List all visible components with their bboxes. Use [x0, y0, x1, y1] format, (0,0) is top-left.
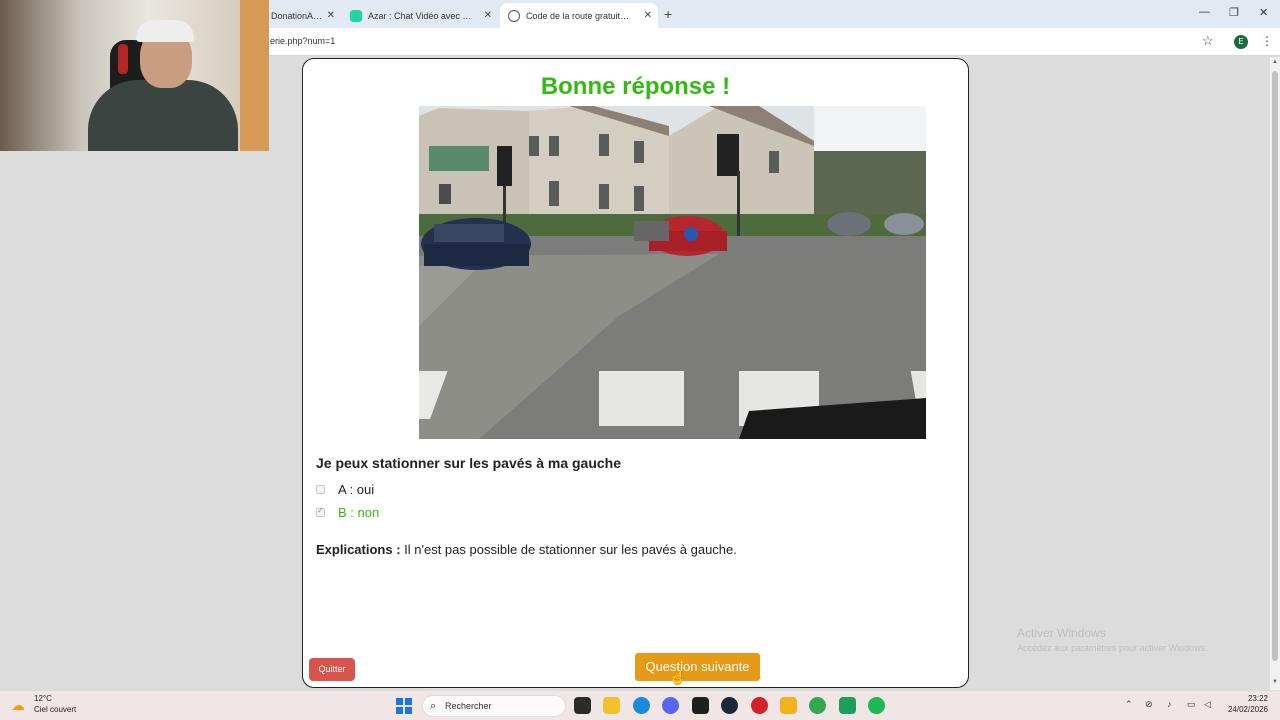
close-window-button[interactable]: ✕ — [1259, 6, 1268, 19]
new-tab-button[interactable]: + — [664, 6, 672, 22]
steam-app-icon[interactable] — [721, 697, 738, 714]
epic-games-app-icon[interactable] — [692, 697, 709, 714]
search-placeholder: Rechercher — [445, 701, 492, 711]
tray-display-icon[interactable]: ▭ — [1187, 699, 1196, 710]
streamer-cap — [136, 20, 194, 42]
tab-donationalerts[interactable]: DonationAlerts ✕ — [263, 3, 341, 28]
tab-code-de-la-route[interactable]: Code de la route gratuit | Révision ✕ — [500, 3, 658, 28]
answer-a-checkbox[interactable] — [316, 485, 325, 494]
profile-avatar[interactable]: E — [1234, 35, 1248, 49]
quit-button[interactable]: Quitter — [309, 658, 355, 681]
restore-button[interactable]: ❐ — [1229, 6, 1239, 19]
scroll-down-arrow-icon[interactable]: ▼ — [1272, 679, 1278, 685]
search-icon: ⌕ — [430, 700, 437, 712]
activate-windows-subtitle: Accédez aux paramètres pour activer Wind… — [1017, 643, 1208, 653]
browser-menu-icon[interactable]: ⋮ — [1261, 34, 1273, 48]
answer-b-label: B : non — [338, 505, 380, 520]
red-app-icon[interactable] — [751, 697, 768, 714]
tray-chevron-up-icon[interactable]: ⌃ — [1125, 699, 1133, 710]
streamer-body — [88, 80, 238, 151]
bookmark-star-icon[interactable]: ☆ — [1202, 33, 1214, 49]
answer-option-b[interactable]: B : non — [316, 505, 379, 520]
road-scene-image — [419, 106, 926, 439]
quiz-card: Bonne réponse ! Je peux stationner sur l… — [302, 58, 969, 688]
result-title: Bonne réponse ! — [540, 73, 731, 100]
answer-option-a[interactable]: A : oui — [316, 482, 374, 497]
discord-app-icon[interactable] — [662, 697, 679, 714]
green-app-icon[interactable] — [839, 697, 856, 714]
windows-start-icon[interactable] — [396, 698, 412, 714]
question-text: Je peux stationner sur les pavés à ma ga… — [316, 455, 622, 471]
edge-app-icon[interactable] — [633, 697, 650, 714]
azar-favicon-icon — [350, 9, 362, 22]
activate-windows-title: Activer Windows — [1017, 626, 1106, 640]
tab-close-icon[interactable]: ✕ — [644, 10, 652, 21]
gaming-chair-accent — [118, 44, 128, 74]
tray-microphone-icon[interactable]: ♪ — [1167, 699, 1172, 709]
explanation: Explications : Il n'est pas possible de … — [316, 542, 737, 557]
weather-temperature[interactable]: 12°C — [34, 694, 52, 703]
activate-windows-watermark: Activer Windows Accédez aux paramètres p… — [1017, 626, 1208, 653]
explanation-label: Explications : — [316, 542, 401, 557]
tab-title: Azar : Chat Vidéo avec de nouvelles pers… — [368, 10, 472, 21]
weather-description[interactable]: Ciel couvert — [34, 705, 76, 714]
address-bar[interactable]: erie.php?num=1 — [270, 36, 335, 46]
taskbar-search[interactable]: ⌕ Rechercher — [422, 695, 566, 717]
answer-a-label: A : oui — [338, 482, 375, 497]
file-explorer-app-icon[interactable] — [603, 697, 620, 714]
rockstar-app-icon[interactable] — [780, 697, 797, 714]
tray-volume-icon[interactable]: ◁ — [1204, 699, 1211, 710]
tab-title: DonationAlerts — [271, 10, 323, 21]
webcam-background-wall — [240, 0, 269, 151]
page-scrollbar[interactable]: ▲ ▼ — [1270, 57, 1280, 690]
chrome-app-icon[interactable] — [809, 697, 826, 714]
clock-time[interactable]: 23:22 — [1240, 694, 1268, 703]
spotify-app-icon[interactable] — [868, 697, 885, 714]
clock-date[interactable]: 24/02/2026 — [1224, 705, 1268, 714]
explanation-text: Il n'est pas possible de stationner sur … — [400, 542, 737, 557]
scroll-up-arrow-icon[interactable]: ▲ — [1272, 59, 1278, 65]
answer-b-checkbox[interactable] — [316, 506, 325, 517]
globe-favicon-icon — [508, 9, 520, 22]
webcam-overlay — [0, 0, 269, 151]
taskbar: ☁ 12°C Ciel couvert ⌕ Rechercher ⌃ ⊘ ♪ ▭… — [0, 690, 1280, 720]
weather-cloud-icon[interactable]: ☁ — [11, 697, 25, 714]
minimize-button[interactable]: — — [1199, 6, 1210, 18]
next-question-button[interactable]: Question suivante — [635, 653, 760, 681]
tab-azar[interactable]: Azar : Chat Vidéo avec de nouvelles pers… — [342, 3, 498, 28]
scrollbar-thumb[interactable] — [1272, 71, 1278, 661]
tab-close-icon[interactable]: ✕ — [484, 10, 492, 21]
tray-network-icon[interactable]: ⊘ — [1145, 699, 1153, 710]
tab-title: Code de la route gratuit | Révision — [526, 10, 630, 21]
question-photo — [419, 106, 926, 439]
hand-cursor-icon: ☝ — [669, 669, 687, 685]
terminal-app-icon[interactable] — [574, 697, 591, 714]
tab-close-icon[interactable]: ✕ — [327, 10, 335, 21]
